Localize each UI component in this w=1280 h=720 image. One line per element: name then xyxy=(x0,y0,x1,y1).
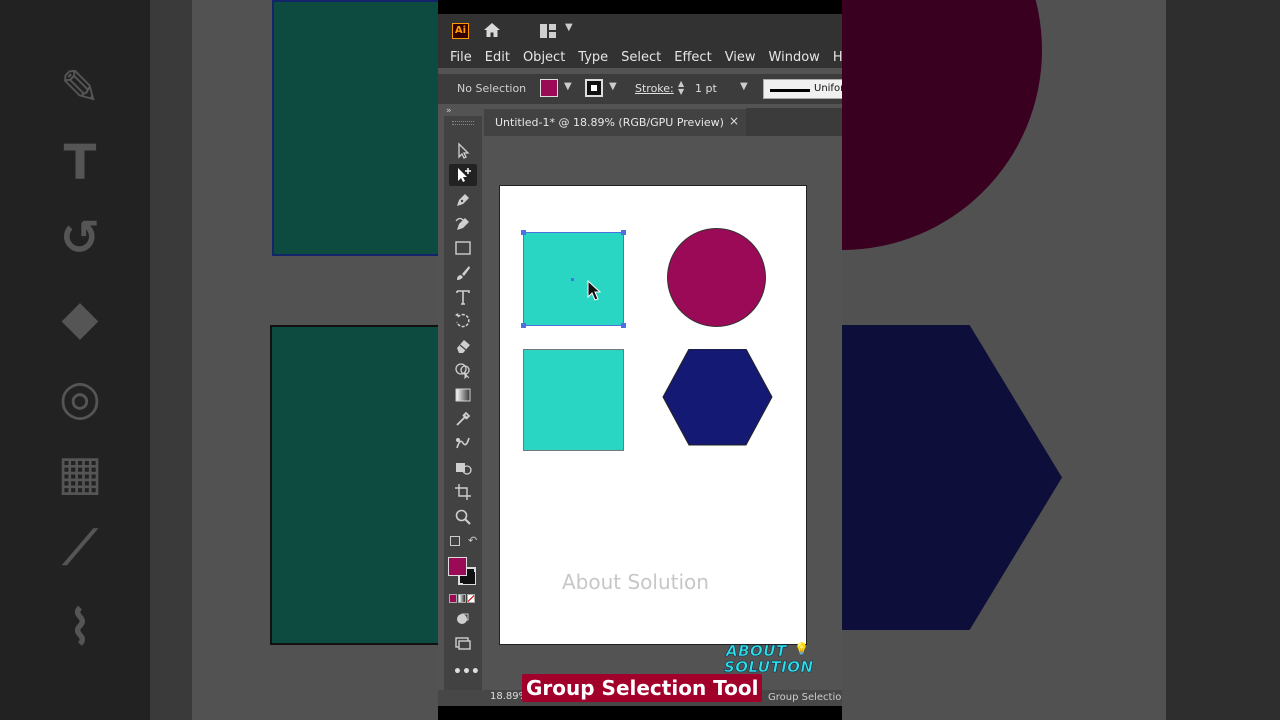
menu-help[interactable]: Help xyxy=(833,50,842,65)
close-icon[interactable]: × xyxy=(729,114,739,128)
eraser-tool-icon[interactable] xyxy=(449,335,477,357)
stroke-chevron-down-icon[interactable]: ▼ xyxy=(609,81,617,92)
illustrator-logo: Ai xyxy=(452,23,469,39)
stroke-label[interactable]: Stroke: xyxy=(635,82,674,95)
selection-status: No Selection xyxy=(457,82,527,95)
paintbrush-tool-icon[interactable] xyxy=(449,262,477,284)
artboard-tool-icon[interactable] xyxy=(449,481,477,503)
color-mode-icon[interactable] xyxy=(449,594,457,603)
toolbar-grip[interactable] xyxy=(452,121,474,125)
square-shape[interactable] xyxy=(523,349,624,451)
eyedropper-tool-icon[interactable] xyxy=(449,408,477,430)
variable-width-profile[interactable]: Uniform xyxy=(763,79,842,99)
toolbar-fill-swatch[interactable] xyxy=(448,557,467,576)
profile-line-preview xyxy=(770,89,810,92)
type-tool-icon[interactable] xyxy=(449,286,477,308)
anchor-point[interactable] xyxy=(521,323,526,328)
rectangle-tool-icon[interactable] xyxy=(449,237,477,259)
profile-label: Uniform xyxy=(814,83,842,94)
fill-chevron-down-icon[interactable]: ▼ xyxy=(564,81,572,92)
menu-view[interactable]: View xyxy=(725,50,756,65)
menu-bar: File Edit Object Type Select Effect View… xyxy=(438,46,842,68)
more-tools-icon[interactable]: ••• xyxy=(453,664,480,680)
stroke-color-swatch[interactable] xyxy=(585,79,603,97)
stroke-weight-spinner[interactable]: ▲ ▼ xyxy=(678,80,688,96)
hexagon-shape[interactable] xyxy=(662,348,773,446)
control-bar: No Selection ▼ ▼ Stroke: ▲ ▼ 1 pt ▼ Unifo… xyxy=(438,74,842,104)
bg-brush-icon: ✎ xyxy=(59,60,101,116)
chevron-down-icon[interactable]: ▼ xyxy=(565,22,573,33)
anchor-point[interactable] xyxy=(621,323,626,328)
direct-selection-tool-icon[interactable] xyxy=(449,164,477,186)
tab-strip xyxy=(746,108,842,136)
collapse-panel-icon[interactable]: » xyxy=(446,106,452,116)
shape-builder-tool-icon[interactable] xyxy=(449,359,477,381)
anchor-point[interactable] xyxy=(621,230,626,235)
background-circle xyxy=(842,0,1042,256)
brand-logo: ABOUT 💡 SOLUTION xyxy=(724,642,816,677)
symbol-sprayer-tool-icon[interactable] xyxy=(449,457,477,479)
rotate-tool-icon[interactable] xyxy=(449,310,477,332)
workspace-layout-icon[interactable] xyxy=(540,23,556,38)
status-current-tool: Group Selection xyxy=(768,692,842,703)
fill-color-swatch[interactable] xyxy=(540,79,558,97)
mouse-cursor-icon xyxy=(587,279,603,302)
bg-eraser-icon: ◆ xyxy=(61,290,99,346)
bg-type-icon: T xyxy=(63,135,97,191)
menu-window[interactable]: Window xyxy=(769,50,820,65)
lightbulb-icon: 💡 xyxy=(794,642,809,656)
stroke-weight-field[interactable]: 1 pt xyxy=(692,79,738,99)
menu-type[interactable]: Type xyxy=(578,50,608,65)
default-fill-stroke-icon[interactable] xyxy=(450,536,460,546)
background-toolstrip: ✎ T ↺ ◆ ◎ ▦ ⟋ ⌇ xyxy=(0,0,150,720)
blend-tool-icon[interactable] xyxy=(449,432,477,454)
circle-shape[interactable] xyxy=(667,228,766,327)
menu-effect[interactable]: Effect xyxy=(674,50,711,65)
menu-edit[interactable]: Edit xyxy=(485,50,510,65)
video-caption: Group Selection Tool xyxy=(522,674,763,702)
swap-fill-stroke-icon[interactable]: ↶ xyxy=(468,534,477,547)
selection-tool-icon[interactable] xyxy=(449,140,477,162)
background-square-top xyxy=(272,0,440,256)
menu-file[interactable]: File xyxy=(450,50,472,65)
stroke-weight-chevron-down-icon[interactable]: ▼ xyxy=(740,81,748,92)
curvature-tool-icon[interactable] xyxy=(449,213,477,235)
background-right-edge xyxy=(1166,0,1280,720)
zoom-tool-icon[interactable] xyxy=(449,506,477,528)
tools-panel: ↶ ••• xyxy=(444,116,482,696)
pen-tool-icon[interactable] xyxy=(449,189,477,211)
bg-gradient-icon: ▦ xyxy=(57,445,103,501)
bg-eyedropper-icon: ⟋ xyxy=(63,520,97,576)
bg-shape-builder-icon: ◎ xyxy=(59,370,101,426)
bg-rotate-icon: ↺ xyxy=(59,210,101,266)
color-mode-buttons xyxy=(449,594,475,603)
screen-mode-icon[interactable] xyxy=(449,632,477,654)
document-tab[interactable]: Untitled-1* @ 18.89% (RGB/GPU Preview) × xyxy=(484,108,746,136)
bg-blend-icon: ⌇ xyxy=(68,600,92,656)
anchor-point[interactable] xyxy=(521,230,526,235)
watermark-text: About Solution xyxy=(562,570,709,594)
menu-select[interactable]: Select xyxy=(621,50,661,65)
none-mode-icon[interactable] xyxy=(467,594,475,603)
draw-mode-icon[interactable] xyxy=(449,608,477,630)
gradient-mode-icon[interactable] xyxy=(458,594,466,603)
shape-center-point xyxy=(571,278,574,281)
bottom-letterbox xyxy=(438,706,842,720)
document-tab-title: Untitled-1* @ 18.89% (RGB/GPU Preview) xyxy=(495,116,724,129)
home-icon[interactable] xyxy=(482,20,502,40)
application-bar: Ai ▼ xyxy=(438,14,842,46)
menu-object[interactable]: Object xyxy=(523,50,565,65)
background-square-bottom xyxy=(270,325,440,645)
top-letterbox xyxy=(438,0,842,14)
gradient-tool-icon[interactable] xyxy=(449,384,477,406)
